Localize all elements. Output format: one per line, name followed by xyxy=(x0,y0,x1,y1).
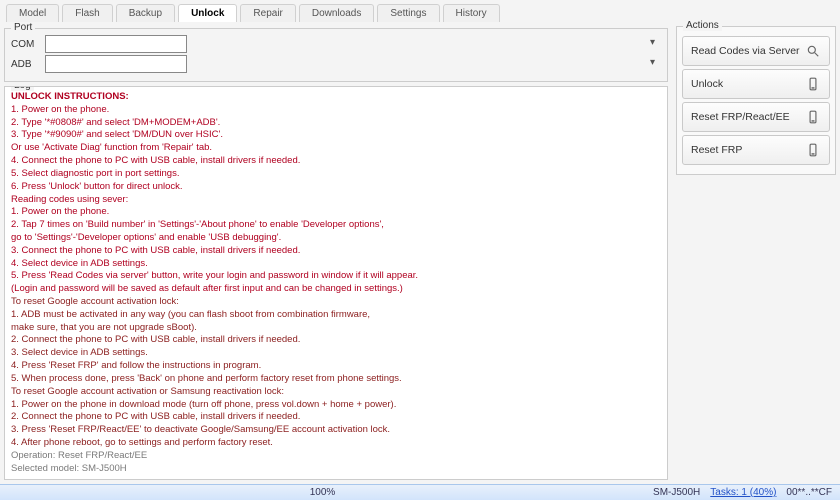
log-line: 5. Press 'Read Codes via server' button,… xyxy=(11,270,661,283)
actions-legend: Actions xyxy=(683,20,722,31)
log-line: Selected model: SM-J500H xyxy=(11,463,661,475)
log-line: 4. Press 'Reset FRP' and follow the inst… xyxy=(11,360,661,373)
action-reset-frp-react-ee[interactable]: Reset FRP/React/EE xyxy=(682,102,830,132)
tab-settings[interactable]: Settings xyxy=(377,4,439,22)
log-line: 4. Select device in ADB settings. xyxy=(11,258,661,271)
action-reset-frp[interactable]: Reset FRP xyxy=(682,135,830,165)
log-body[interactable]: UNLOCK INSTRUCTIONS:1. Power on the phon… xyxy=(11,91,661,475)
port-row-adb: ADB xyxy=(11,55,661,73)
tab-downloads[interactable]: Downloads xyxy=(299,4,374,22)
log-line: Or use 'Activate Diag' function from 'Re… xyxy=(11,142,661,155)
log-line: Operation: Reset FRP/React/EE xyxy=(11,450,661,463)
right-column: Actions Read Codes via ServerUnlockReset… xyxy=(672,24,840,484)
main-area: Port COM ADB Log UNLOCK INSTRUCTIONS:1. … xyxy=(0,24,840,484)
search-icon xyxy=(805,43,821,59)
adb-select-wrap xyxy=(45,55,661,73)
com-label: COM xyxy=(11,39,45,50)
action-label: Unlock xyxy=(691,78,723,90)
tab-model[interactable]: Model xyxy=(6,4,59,22)
left-column: Port COM ADB Log UNLOCK INSTRUCTIONS:1. … xyxy=(0,24,672,484)
log-line: go to 'Settings'-'Developer options' and… xyxy=(11,232,661,245)
progress-label: 100% xyxy=(0,487,645,498)
log-line: 5. Select diagnostic port in port settin… xyxy=(11,168,661,181)
tab-backup[interactable]: Backup xyxy=(116,4,175,22)
tab-bar: ModelFlashBackupUnlockRepairDownloadsSet… xyxy=(0,0,840,22)
log-line: UNLOCK INSTRUCTIONS: xyxy=(11,91,661,104)
phone-icon xyxy=(805,76,821,92)
phone-icon xyxy=(805,142,821,158)
action-label: Read Codes via Server xyxy=(691,45,800,57)
log-line: 2. Connect the phone to PC with USB cabl… xyxy=(11,411,661,424)
log-line: Reading codes using sever: xyxy=(11,194,661,207)
log-line: 3. Type '*#9090#' and select 'DM/DUN ove… xyxy=(11,129,661,142)
log-line: To reset Google account activation or Sa… xyxy=(11,386,661,399)
log-line: 1. Power on the phone. xyxy=(11,206,661,219)
log-line: 3. Select device in ADB settings. xyxy=(11,347,661,360)
log-line: 5. When process done, press 'Back' on ph… xyxy=(11,373,661,386)
adb-label: ADB xyxy=(11,59,45,70)
log-line: To reset Google account activation lock: xyxy=(11,296,661,309)
action-label: Reset FRP xyxy=(691,144,742,156)
port-row-com: COM xyxy=(11,35,661,53)
log-line: 2. Connect the phone to PC with USB cabl… xyxy=(11,334,661,347)
actions-group: Actions Read Codes via ServerUnlockReset… xyxy=(676,26,836,175)
log-line: make sure, that you are not upgrade sBoo… xyxy=(11,322,661,335)
com-select-wrap xyxy=(45,35,661,53)
status-temp: 00**..**CF xyxy=(786,487,832,498)
log-line: 1. ADB must be activated in any way (you… xyxy=(11,309,661,322)
tab-history[interactable]: History xyxy=(443,4,500,22)
log-line: 3. Connect the phone to PC with USB cabl… xyxy=(11,245,661,258)
action-unlock[interactable]: Unlock xyxy=(682,69,830,99)
log-group: Log UNLOCK INSTRUCTIONS:1. Power on the … xyxy=(4,86,668,480)
action-read-codes-via-server[interactable]: Read Codes via Server xyxy=(682,36,830,66)
tab-flash[interactable]: Flash xyxy=(62,4,112,22)
log-line: 4. After phone reboot, go to settings an… xyxy=(11,437,661,450)
log-line: 1. Power on the phone in download mode (… xyxy=(11,399,661,412)
log-line: (Login and password will be saved as def… xyxy=(11,283,661,296)
log-line: 6. Press 'Unlock' button for direct unlo… xyxy=(11,181,661,194)
status-bar: 100% SM-J500H Tasks: 1 (40%) 00**..**CF xyxy=(0,484,840,500)
log-line: 1. Power on the phone. xyxy=(11,104,661,117)
action-label: Reset FRP/React/EE xyxy=(691,111,790,123)
status-model: SM-J500H xyxy=(653,487,700,498)
tab-unlock[interactable]: Unlock xyxy=(178,4,237,22)
log-line: 4. Connect the phone to PC with USB cabl… xyxy=(11,155,661,168)
progress-text: 100% xyxy=(310,487,336,498)
com-select[interactable] xyxy=(45,35,187,53)
tab-repair[interactable]: Repair xyxy=(240,4,295,22)
log-line: 2. Type '*#0808#' and select 'DM+MODEM+A… xyxy=(11,117,661,130)
log-legend: Log xyxy=(11,86,34,91)
port-legend: Port xyxy=(11,22,35,33)
log-line: 2. Tap 7 times on 'Build number' in 'Set… xyxy=(11,219,661,232)
adb-select[interactable] xyxy=(45,55,187,73)
log-line: 3. Press 'Reset FRP/React/EE' to deactiv… xyxy=(11,424,661,437)
phone-icon xyxy=(805,109,821,125)
status-tasks-link[interactable]: Tasks: 1 (40%) xyxy=(710,487,776,498)
port-group: Port COM ADB xyxy=(4,28,668,82)
